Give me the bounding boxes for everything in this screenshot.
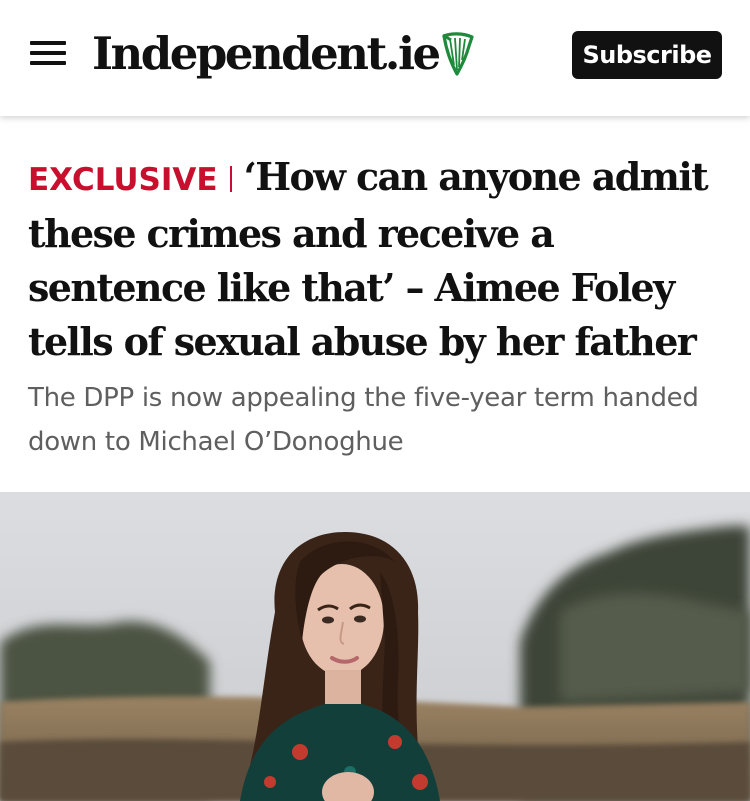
hero-photo: [0, 492, 750, 801]
logo-text: Independent.ie: [92, 27, 441, 80]
harp-icon: [441, 32, 474, 76]
subscribe-button[interactable]: Subscribe: [572, 31, 722, 79]
hamburger-menu-icon[interactable]: [30, 41, 66, 65]
hero-image[interactable]: [0, 492, 750, 801]
site-logo[interactable]: Independent.ie: [92, 26, 475, 86]
kicker-divider: [229, 166, 232, 192]
article-headline[interactable]: EXCLUSIVE ‘How can anyone admit these cri…: [28, 150, 728, 369]
site-header: Independent.ie Subscribe: [0, 0, 750, 116]
exclusive-kicker: EXCLUSIVE: [28, 162, 218, 198]
article-subtitle: The DPP is now appealing the five-year t…: [28, 383, 699, 457]
